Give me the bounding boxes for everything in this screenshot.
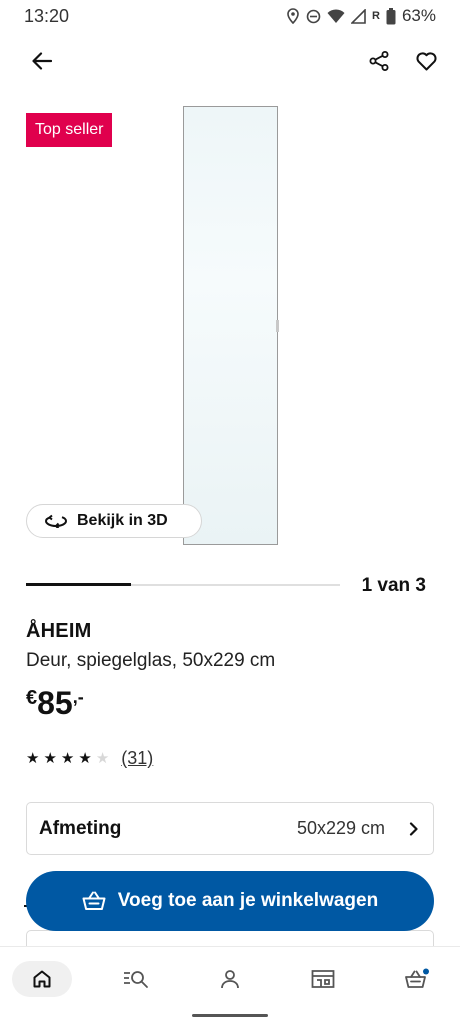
product-name: ÅHEIM: [26, 620, 92, 642]
search-list-icon: [124, 971, 148, 988]
back-button[interactable]: [24, 43, 60, 79]
nav-home[interactable]: [12, 961, 72, 997]
price-amount: 85: [37, 685, 73, 721]
add-to-cart-label: Voeg toe aan je winkelwagen: [117, 890, 379, 911]
product-image-mirror-door: [183, 106, 278, 545]
basket-icon: [82, 891, 106, 910]
nav-cart[interactable]: [393, 961, 441, 997]
account-icon: [221, 970, 239, 989]
favorite-button[interactable]: [408, 43, 444, 79]
pager-progress: [26, 583, 131, 586]
do-not-disturb-icon: [306, 9, 321, 23]
star-empty-icon: ★: [95, 749, 110, 767]
product-description: Deur, spiegelglas, 50x229 cm: [26, 650, 276, 671]
price-currency: €: [26, 687, 38, 709]
nav-search[interactable]: [112, 961, 160, 997]
roaming-indicator: R: [372, 10, 380, 22]
review-count-link[interactable]: (31): [121, 748, 153, 769]
store-icon: [311, 970, 335, 988]
star-icon: ★: [26, 749, 40, 767]
share-icon: [369, 51, 389, 71]
pager-label: 1 van 3: [361, 575, 426, 596]
view-in-3d-button[interactable]: Bekijk in 3D: [26, 504, 202, 538]
location-icon: [287, 8, 299, 24]
status-bar: 13:20 R 63%: [0, 0, 460, 32]
heart-icon: [415, 51, 437, 70]
mirror-hinge-mark: [276, 320, 279, 332]
wifi-icon: [327, 8, 345, 23]
bottom-navigation: [0, 946, 460, 1024]
top-seller-badge: Top seller: [26, 113, 113, 147]
add-to-cart-button[interactable]: Voeg toe aan je winkelwagen: [26, 871, 434, 931]
star-icon: ★: [60, 749, 75, 767]
status-icons: R 63%: [286, 6, 436, 26]
battery-level: 63%: [401, 6, 436, 25]
view-in-3d-label: Bekijk in 3D: [77, 512, 168, 529]
cart-icon: [405, 968, 429, 988]
arrow-left-icon: [32, 52, 52, 70]
star-icon: ★: [78, 749, 92, 767]
status-time: 13:20: [24, 5, 70, 26]
size-label: Afmeting: [39, 817, 122, 839]
chevron-right-icon: [409, 821, 418, 836]
nav-stores[interactable]: [299, 961, 347, 997]
carousel-pager: 1 van 3: [26, 575, 426, 599]
signal-icon: [351, 8, 366, 24]
gesture-handle: [192, 1014, 268, 1017]
rotate-3d-icon: [45, 514, 67, 528]
home-icon: [33, 970, 51, 988]
size-selector[interactable]: Afmeting 50x229 cm: [26, 802, 434, 855]
rating[interactable]: ★ ★ ★ ★ ★ (31): [26, 748, 153, 769]
price-decimals: ,-: [72, 687, 84, 707]
app-bar: [0, 40, 460, 84]
battery-icon: [386, 7, 396, 24]
size-value: 50x229 cm: [296, 818, 385, 838]
nav-account[interactable]: [206, 961, 254, 997]
share-button[interactable]: [361, 43, 397, 79]
star-icon: ★: [43, 749, 57, 767]
product-price: € 85 ,-: [26, 684, 84, 722]
